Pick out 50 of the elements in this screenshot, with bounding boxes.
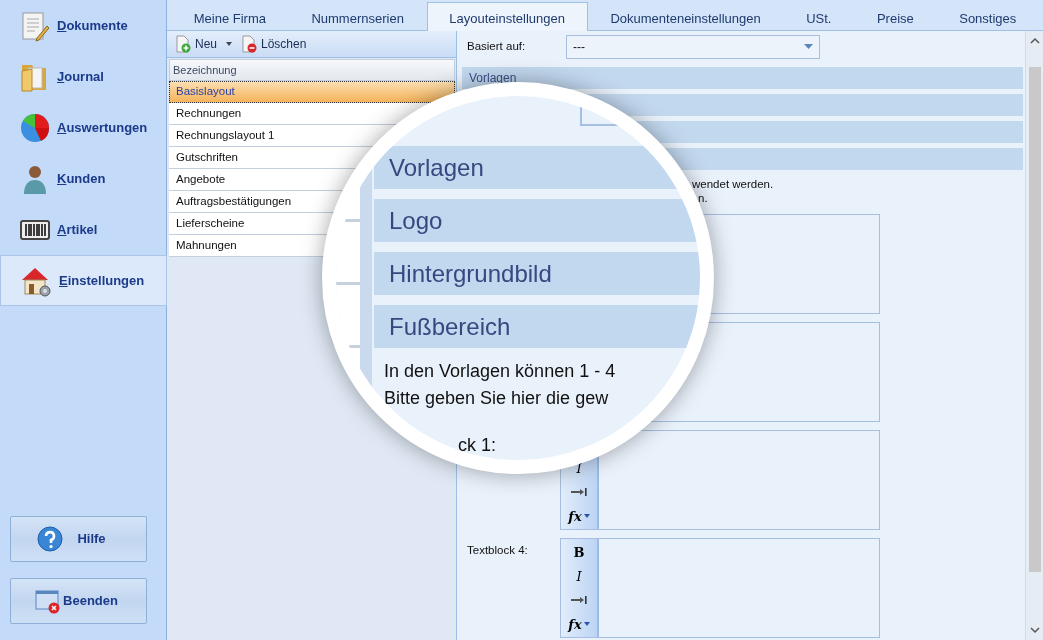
bold-button[interactable]: B (561, 540, 597, 564)
column-header[interactable]: Bezeichnung (169, 59, 455, 81)
based-on-dropdown[interactable]: --- (566, 35, 820, 59)
tab-arrow-icon (571, 488, 587, 496)
tab[interactable]: Layouteinstellungen (426, 2, 588, 31)
sidebar-item[interactable]: Dokumente (0, 0, 166, 51)
window-close-icon (35, 588, 61, 614)
function-button[interactable]: fx (561, 504, 597, 528)
scrollbar-thumb[interactable] (1029, 67, 1041, 572)
text-editor[interactable]: B I fx (560, 538, 880, 638)
description-text: Bitte geben Sie hier die gew (384, 388, 609, 408)
caret-icon (583, 622, 590, 626)
section-header[interactable]: Vorlagen (462, 67, 1023, 89)
sidebar-item[interactable]: Artikel (0, 204, 166, 255)
new-button[interactable]: Neu (173, 35, 219, 53)
sidebar-item[interactable]: Kunden (0, 153, 166, 204)
tab[interactable]: USt. (783, 0, 855, 30)
document-icon (19, 9, 51, 42)
section-header: Fußbereich (374, 305, 700, 348)
exit-button[interactable]: Beenden (10, 578, 147, 624)
description-text: In den Vorlagen können 1 - 4 (384, 361, 616, 381)
sidebar-item[interactable]: Journal (0, 51, 166, 102)
sidebar-item[interactable]: Auswertungen (0, 102, 166, 153)
field-label: Textblock 4: (467, 544, 528, 556)
tab[interactable]: Meine Firma (171, 0, 289, 30)
caret-icon[interactable] (225, 41, 233, 47)
tab-arrow-icon (571, 596, 587, 604)
delete-button[interactable]: Löschen (239, 35, 309, 53)
dropdown-arrow-icon (804, 44, 813, 50)
delete-document-icon (241, 35, 257, 53)
scroll-up-icon[interactable] (1029, 37, 1040, 45)
caret-icon (583, 514, 590, 518)
list-row[interactable]: Basislayout (169, 81, 455, 103)
tab[interactable]: Sonstiges (936, 0, 1040, 30)
italic-button[interactable]: I (561, 564, 597, 588)
tab[interactable]: Preise (854, 0, 937, 30)
help-button[interactable]: Hilfe (10, 516, 147, 562)
new-document-icon (175, 35, 191, 53)
section-header: Hintergrundbild (374, 252, 700, 295)
tab[interactable]: Nummernserien (288, 0, 427, 30)
tab[interactable]: Dokumenteneinstellungen (587, 0, 784, 30)
description-text: n. (698, 192, 708, 204)
pie-chart-icon (19, 111, 51, 144)
sidebar-item[interactable]: Einstellungen (0, 255, 167, 306)
help-icon (37, 526, 63, 552)
description-text: wendet werden. (692, 178, 774, 190)
scroll-down-icon[interactable] (1029, 626, 1040, 634)
field-label: Basiert auf: (466, 39, 527, 55)
label-fragment: ck 1: (458, 435, 496, 455)
function-button[interactable]: fx (561, 612, 597, 636)
